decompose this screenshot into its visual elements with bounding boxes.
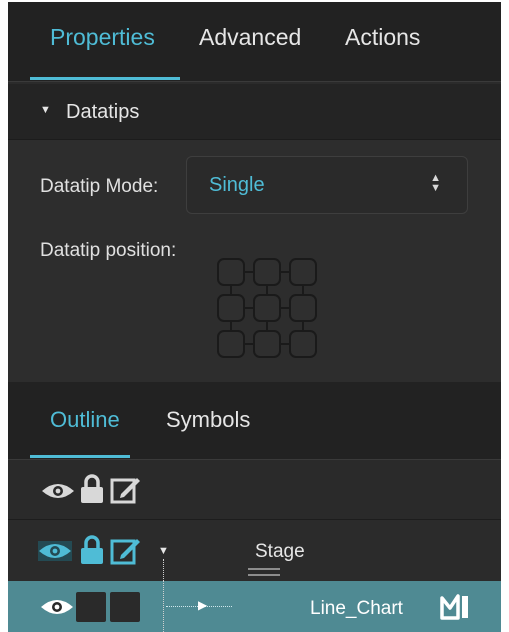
position-top-center[interactable] xyxy=(253,258,281,286)
edit-icon[interactable] xyxy=(109,473,141,505)
edit-icon[interactable] xyxy=(109,534,141,566)
eye-icon[interactable] xyxy=(38,541,72,561)
grid-link xyxy=(302,322,304,330)
tab-properties[interactable]: Properties xyxy=(50,24,155,51)
grid-link xyxy=(245,271,253,273)
datatips-section-body: Datatip Mode: Single ▲ ▼ Datatip position… xyxy=(8,140,501,382)
triangle-down-icon[interactable]: ▼ xyxy=(158,545,169,557)
tree-line xyxy=(163,581,164,632)
tab-symbols[interactable]: Symbols xyxy=(166,407,250,433)
top-tab-bar: Properties Advanced Actions xyxy=(8,2,501,82)
position-center[interactable] xyxy=(253,294,281,322)
outline-row-line-chart[interactable]: ▶ Line_Chart xyxy=(8,581,501,632)
active-tab-indicator xyxy=(30,455,130,458)
datatip-mode-value: Single xyxy=(209,174,265,196)
edit-toggle[interactable] xyxy=(110,592,140,622)
resize-handle[interactable] xyxy=(248,574,280,576)
grid-link xyxy=(266,286,268,294)
properties-panel: Properties Advanced Actions ▼ Datatips D… xyxy=(8,2,501,632)
eye-icon[interactable] xyxy=(41,481,75,501)
grid-link xyxy=(230,322,232,330)
grid-link xyxy=(281,343,289,345)
position-middle-right[interactable] xyxy=(289,294,317,322)
chart-icon xyxy=(440,594,468,620)
datatip-position-grid xyxy=(217,258,317,358)
outline-row-stage[interactable]: ▼ Stage xyxy=(8,521,501,581)
position-top-left[interactable] xyxy=(217,258,245,286)
grid-link xyxy=(281,271,289,273)
datatip-mode-label: Datatip Mode: xyxy=(40,176,159,197)
line-chart-label: Line_Chart xyxy=(310,598,403,619)
active-tab-indicator xyxy=(30,77,180,80)
datatip-position-label: Datatip position: xyxy=(40,240,177,261)
lock-icon[interactable] xyxy=(80,474,104,504)
outline-toolbar xyxy=(8,460,501,520)
tab-outline[interactable]: Outline xyxy=(50,407,120,433)
position-top-right[interactable] xyxy=(289,258,317,286)
tree-line xyxy=(163,559,164,581)
position-bottom-left[interactable] xyxy=(217,330,245,358)
grid-link xyxy=(245,343,253,345)
select-arrows-icon: ▲ ▼ xyxy=(430,172,441,194)
lock-toggle[interactable] xyxy=(76,592,106,622)
grid-link xyxy=(281,307,289,309)
lock-icon[interactable] xyxy=(80,535,104,565)
grid-link xyxy=(230,286,232,294)
position-bottom-center[interactable] xyxy=(253,330,281,358)
position-bottom-right[interactable] xyxy=(289,330,317,358)
datatips-section-header[interactable]: ▼ Datatips xyxy=(8,84,501,140)
stage-label: Stage xyxy=(255,541,305,562)
grid-link xyxy=(302,286,304,294)
section-title: Datatips xyxy=(66,101,140,123)
outline-tab-bar: Outline Symbols xyxy=(8,382,501,460)
datatip-mode-select[interactable]: Single ▲ ▼ xyxy=(186,156,468,214)
grid-link xyxy=(245,307,253,309)
tab-actions[interactable]: Actions xyxy=(345,24,420,51)
position-middle-left[interactable] xyxy=(217,294,245,322)
eye-icon[interactable] xyxy=(40,597,74,617)
resize-handle[interactable] xyxy=(248,568,280,570)
triangle-down-icon: ▼ xyxy=(40,104,51,116)
grid-link xyxy=(266,322,268,330)
tab-advanced[interactable]: Advanced xyxy=(199,24,301,51)
triangle-right-icon[interactable]: ▶ xyxy=(198,598,207,612)
